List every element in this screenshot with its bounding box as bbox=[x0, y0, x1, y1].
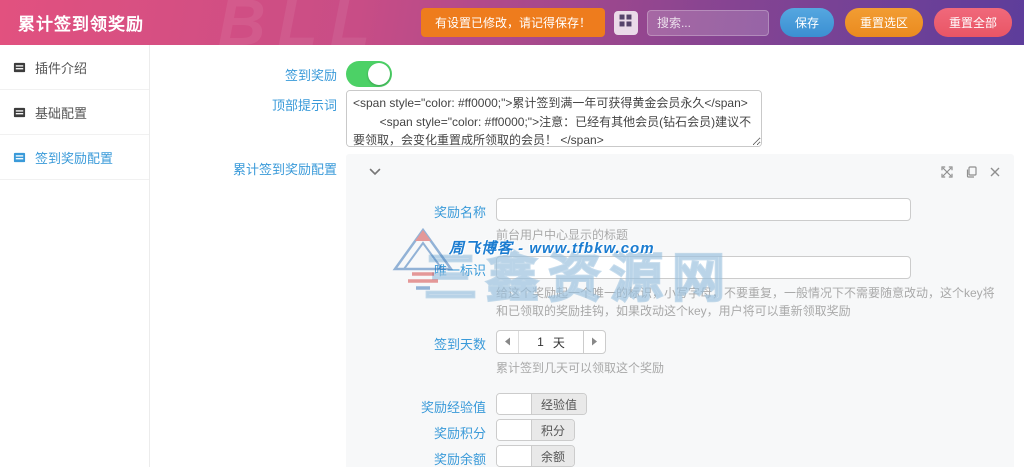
field-label: 奖励余额 bbox=[433, 452, 486, 467]
reward-panel-header bbox=[346, 161, 1000, 183]
list-icon bbox=[13, 106, 26, 119]
unsaved-changes-badge: 有设置已修改，请记得保存！ bbox=[420, 8, 605, 37]
exp-addon: 经验值 bbox=[531, 394, 587, 414]
sidebar-item-plugin-intro[interactable]: 插件介绍 bbox=[0, 45, 149, 90]
close-icon[interactable] bbox=[990, 167, 1000, 177]
list-icon bbox=[13, 151, 26, 164]
field-label: 唯一标识 bbox=[433, 263, 486, 278]
reset-selection-button[interactable]: 重置选区 bbox=[844, 8, 923, 37]
balance-addon: 余额 bbox=[531, 446, 575, 466]
field-label: 签到天数 bbox=[433, 337, 486, 352]
reward-panel-actions bbox=[941, 166, 1000, 178]
field-label: 累计签到奖励配置 bbox=[232, 162, 337, 177]
move-icon[interactable] bbox=[941, 166, 953, 178]
reward-name-input[interactable] bbox=[496, 198, 911, 221]
reward-balance-input[interactable] bbox=[497, 446, 531, 466]
signin-days-stepper: 1 天 bbox=[496, 330, 606, 354]
config-form: 签到奖励 顶部提示词 <span style="color: #ff0000;"… bbox=[150, 45, 1024, 467]
sidebar-item-basic-config[interactable]: 基础配置 bbox=[0, 90, 149, 135]
field-label: 奖励积分 bbox=[433, 426, 486, 441]
stepper-decrement-button[interactable] bbox=[497, 331, 519, 353]
days-unit: 天 bbox=[552, 335, 565, 350]
header-controls: 有设置已修改，请记得保存！ 保存 重置选区 重置全部 bbox=[420, 8, 1014, 37]
top-prompt-textarea[interactable]: <span style="color: #ff0000;">累计签到满一年可获得… bbox=[346, 90, 762, 147]
reward-item-panel: 奖励名称 前台用户中心显示的标题 唯一标识 给这个奖励起一个唯一的标识，小写字母… bbox=[346, 154, 1014, 467]
triangle-right-icon bbox=[591, 333, 598, 351]
helper-text: 累计签到几天可以领取这个奖励 bbox=[496, 361, 665, 375]
reward-exp-input[interactable] bbox=[497, 394, 531, 414]
reset-all-button[interactable]: 重置全部 bbox=[933, 8, 1012, 37]
page-body: 插件介绍 基础配置 签到奖励配置 签到奖励 顶部提示词 <span style=… bbox=[0, 45, 1024, 467]
sidebar-item-label: 基础配置 bbox=[35, 105, 88, 121]
sidebar: 插件介绍 基础配置 签到奖励配置 bbox=[0, 45, 150, 467]
reward-points-row: 奖励积分 积分 bbox=[346, 419, 1000, 442]
field-label: 奖励名称 bbox=[433, 205, 486, 220]
signin-days-row: 签到天数 1 天 累计签到几天可以领取这个奖励 bbox=[346, 330, 1000, 377]
helper-text: 给这个奖励起一个唯一的标识，小写字母，不要重复，一般情况下不需要随意改动，这个k… bbox=[496, 286, 995, 318]
save-button[interactable]: 保存 bbox=[779, 8, 834, 37]
header-bar: BLL 累计签到领奖励 有设置已修改，请记得保存！ 保存 重置选区 重置全部 bbox=[0, 0, 1024, 45]
triangle-left-icon bbox=[504, 333, 511, 351]
search-input[interactable] bbox=[646, 9, 769, 36]
signin-days-value[interactable]: 1 天 bbox=[519, 331, 583, 353]
list-icon bbox=[13, 61, 26, 74]
page-title: 累计签到领奖励 bbox=[18, 15, 144, 34]
reward-exp-row: 奖励经验值 经验值 bbox=[346, 393, 1000, 416]
top-prompt-row: 顶部提示词 <span style="color: #ff0000;">累计签到… bbox=[150, 90, 1024, 147]
collapse-button[interactable] bbox=[369, 163, 381, 181]
signin-reward-toggle[interactable] bbox=[346, 61, 392, 87]
cumulative-reward-row: 累计签到奖励配置 奖励名称 前台用户中心显示的标题 唯一标识 给这个奖励起一个唯… bbox=[150, 154, 1024, 467]
toggle-knob bbox=[368, 63, 390, 85]
days-number: 1 bbox=[537, 335, 544, 349]
sidebar-item-signin-reward-config[interactable]: 签到奖励配置 bbox=[0, 135, 149, 180]
stepper-increment-button[interactable] bbox=[583, 331, 605, 353]
reward-balance-row: 奖励余额 余额 bbox=[346, 445, 1000, 467]
unique-key-input[interactable] bbox=[496, 256, 911, 279]
header-watermark: BLL bbox=[218, 0, 383, 45]
apps-icon bbox=[619, 14, 632, 32]
signin-reward-row: 签到奖励 bbox=[150, 60, 1024, 87]
reward-name-row: 奖励名称 前台用户中心显示的标题 bbox=[346, 198, 1000, 244]
apps-button[interactable] bbox=[613, 10, 638, 35]
sidebar-item-label: 插件介绍 bbox=[35, 60, 88, 76]
field-label: 奖励经验值 bbox=[420, 400, 486, 415]
helper-text: 前台用户中心显示的标题 bbox=[496, 228, 629, 242]
sidebar-item-label: 签到奖励配置 bbox=[35, 150, 114, 166]
plugin-config-page: BLL 累计签到领奖励 有设置已修改，请记得保存！ 保存 重置选区 重置全部 插… bbox=[0, 0, 1024, 467]
field-label: 签到奖励 bbox=[284, 68, 337, 83]
reward-panel-fields: 奖励名称 前台用户中心显示的标题 唯一标识 给这个奖励起一个唯一的标识，小写字母… bbox=[346, 198, 1000, 467]
copy-icon[interactable] bbox=[966, 166, 977, 178]
unique-key-row: 唯一标识 给这个奖励起一个唯一的标识，小写字母，不要重复，一般情况下不需要随意改… bbox=[346, 256, 1000, 320]
points-addon: 积分 bbox=[531, 420, 575, 440]
chevron-down-icon bbox=[369, 163, 381, 181]
reward-points-input[interactable] bbox=[497, 420, 531, 440]
field-label: 顶部提示词 bbox=[271, 98, 337, 113]
